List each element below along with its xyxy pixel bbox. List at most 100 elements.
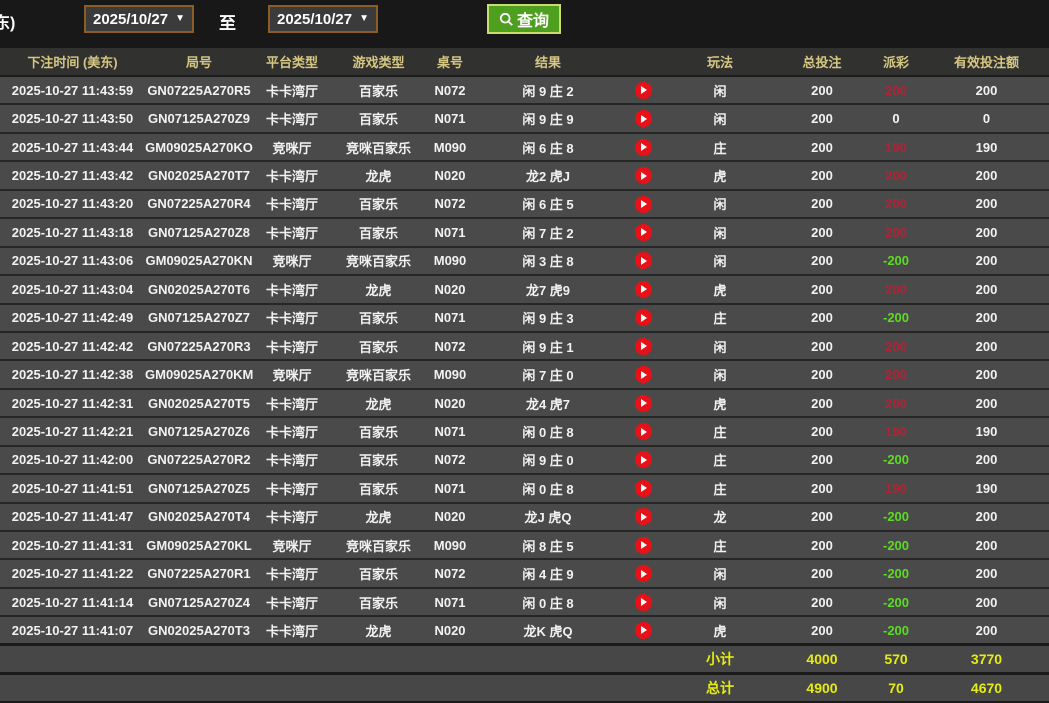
payout-cell: 200 [868,161,924,189]
result-cell: 闲 9 庄 3 [522,311,574,327]
payout-cell: 0 [868,104,924,132]
replay-cell [622,133,664,161]
replay-cell [622,588,664,616]
payout-value: -200 [882,509,910,525]
play-icon[interactable] [634,423,652,440]
play-type-cell: 庄 [713,311,727,327]
header-table-no: 桌号 [426,48,474,77]
header-valid-bet: 有效投注额 [924,48,1049,77]
game-type-cell: 竞咪百家乐 [345,140,411,156]
result-cell: 龙2 虎J [525,169,571,185]
valid-bet-cell: 200 [975,509,998,525]
play-icon[interactable] [634,138,652,156]
total-bet-cell: 200 [811,196,833,212]
payout-cell: 200 [868,190,924,218]
play-type-cell: 闲 [713,368,727,384]
platform-cell: 卡卡湾厅 [265,396,318,412]
result-cell: 闲 9 庄 0 [522,453,574,469]
payout-value: 190 [885,423,907,439]
bet-time-cell: 2025-10-27 11:42:00 [11,452,134,468]
platform-cell: 卡卡湾厅 [265,197,318,213]
play-icon[interactable] [634,223,652,241]
table-no-cell: N020 [434,168,466,184]
table-no-cell: N071 [434,594,466,610]
play-icon[interactable] [634,565,652,583]
bet-records-table: 下注时间 (美东) 局号 平台类型 游戏类型 桌号 结果 玩法 总投注 派彩 有… [0,48,1049,703]
play-type-cell: 闲 [713,339,727,355]
play-icon[interactable] [634,110,652,128]
play-icon[interactable] [634,337,652,355]
play-icon[interactable] [634,593,652,611]
platform-cell: 卡卡湾厅 [265,567,318,583]
date-from-select[interactable]: 2025/10/27 ▼ [84,5,194,33]
play-type-cell: 庄 [713,481,727,497]
payout-cell: 200 [868,275,924,303]
table-row: 2025-10-27 11:41:47 GN02025A270T4 卡卡湾厅 龙… [0,502,1049,531]
payout-cell: -200 [868,588,924,616]
total-bet-cell: 200 [811,367,833,383]
payout-cell: 190 [868,474,924,502]
play-icon[interactable] [634,81,652,99]
payout-cell: 200 [868,332,924,360]
total-bet-cell: 200 [811,224,833,240]
result-cell: 闲 9 庄 9 [522,112,574,128]
date-to-select[interactable]: 2025/10/27 ▼ [268,5,378,33]
replay-cell [622,190,664,218]
bet-time-cell: 2025-10-27 11:41:51 [11,480,134,496]
round-id-cell: GN02025A270T4 [148,509,250,525]
play-icon[interactable] [634,195,652,213]
payout-cell: -200 [868,503,924,531]
date-to-value: 2025/10/27 [277,10,353,28]
payout-value: 200 [885,281,907,297]
play-icon[interactable] [634,280,652,298]
play-icon[interactable] [634,508,652,526]
query-button-label: 查询 [516,13,549,30]
game-type-cell: 竞咪百家乐 [345,368,411,384]
payout-value: 190 [885,480,907,496]
table-no-cell: M090 [433,367,467,383]
result-cell: 闲 9 庄 1 [522,339,574,355]
platform-cell: 卡卡湾厅 [265,424,318,440]
play-type-cell: 虎 [713,169,727,185]
header-platform-type: 平台类型 [253,48,331,77]
table-row: 2025-10-27 11:41:14 GN07125A270Z4 卡卡湾厅 百… [0,587,1049,617]
valid-bet-cell: 200 [975,310,998,326]
play-icon[interactable] [634,366,652,384]
result-cell: 闲 0 庄 8 [522,424,574,440]
play-icon[interactable] [634,451,652,469]
platform-cell: 卡卡湾厅 [265,623,318,639]
total-bet-cell: 200 [811,281,833,297]
table-row: 2025-10-27 11:41:51 GN07125A270Z5 卡卡湾厅 百… [0,474,1049,503]
date-from-value: 2025/10/27 [93,10,169,28]
chevron-down-icon: ▼ [359,13,369,24]
play-icon[interactable] [634,252,652,270]
bet-time-cell: 2025-10-27 11:41:31 [11,537,134,553]
table-row: 2025-10-27 11:42:49 GN07125A270Z7 卡卡湾厅 百… [0,303,1049,332]
play-icon[interactable] [634,479,652,497]
valid-bet-cell: 200 [975,452,998,468]
bet-time-cell: 2025-10-27 11:43:59 [11,82,134,98]
total-bet-cell: 200 [811,452,833,468]
replay-cell [622,446,664,474]
play-icon[interactable] [634,309,652,327]
result-cell: 龙J 虎Q [524,510,572,526]
table-no-cell: M090 [433,537,467,553]
table-no-cell: N071 [434,423,466,439]
query-button[interactable]: 查询 [487,4,561,34]
round-id-cell: GN07125A270Z9 [148,111,250,127]
play-icon[interactable] [634,536,652,554]
round-id-cell: GN07125A270Z4 [148,594,250,610]
valid-bet-cell: 200 [975,537,998,553]
play-icon[interactable] [634,621,652,639]
play-type-cell: 闲 [713,197,727,213]
bet-time-cell: 2025-10-27 11:43:06 [11,253,134,269]
play-type-cell: 虎 [713,623,727,639]
valid-bet-cell: 190 [975,139,998,155]
play-icon[interactable] [634,167,652,185]
payout-cell: 200 [868,76,924,104]
play-type-cell: 闲 [713,83,727,99]
play-icon[interactable] [634,394,652,412]
payout-cell: 190 [868,417,924,445]
result-cell: 龙K 虎Q [523,623,573,639]
platform-cell: 卡卡湾厅 [265,169,318,185]
